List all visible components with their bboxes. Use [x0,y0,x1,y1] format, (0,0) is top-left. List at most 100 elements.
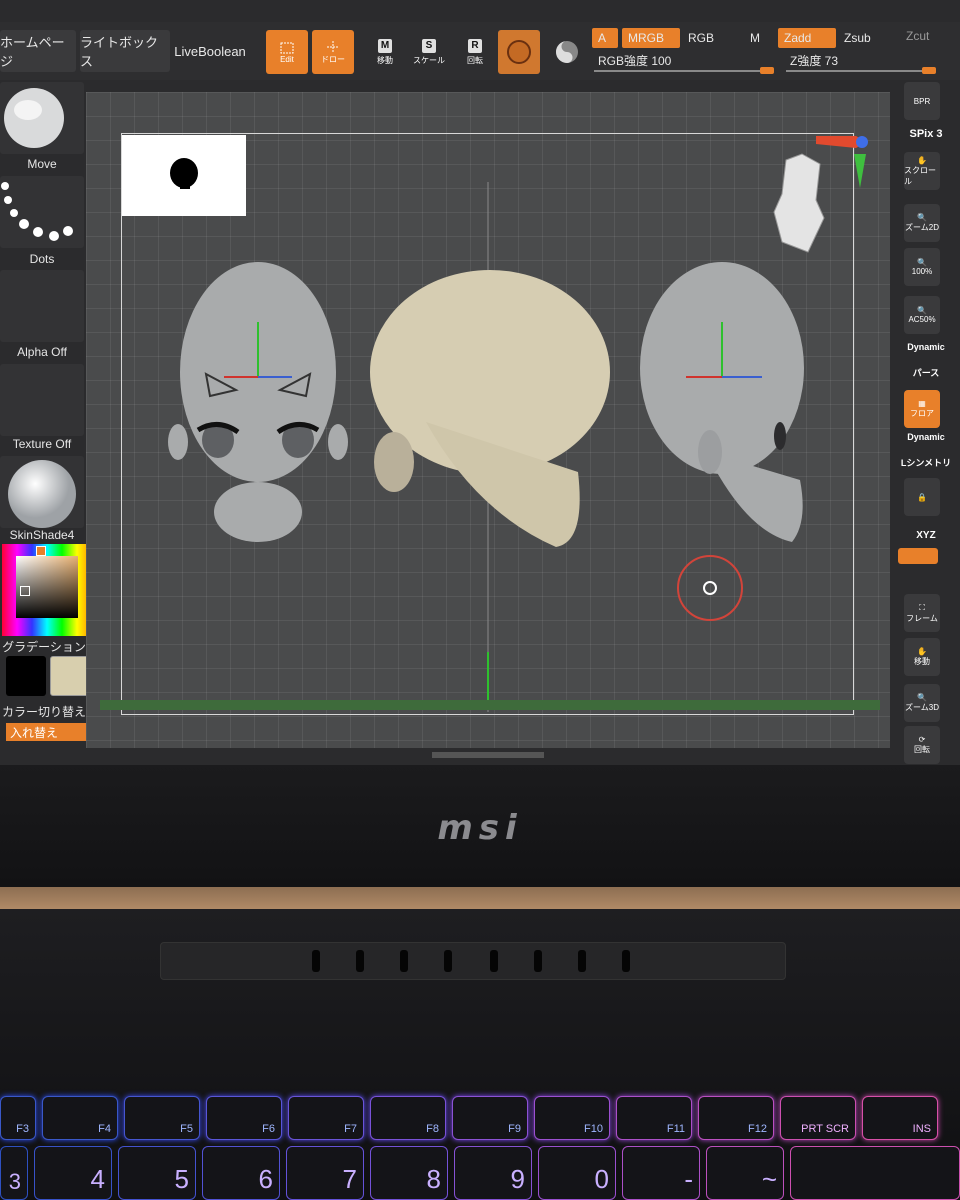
dynamic2-label: Dynamic [907,432,945,442]
material-sphere-button[interactable] [498,30,540,74]
lock-button[interactable]: 🔒 [904,478,940,516]
key-prtscr[interactable]: PRT SCR [780,1096,856,1140]
color-picker-cursor[interactable] [20,586,30,596]
floor-grid-icon: ▦ [918,399,926,408]
key-ins[interactable]: INS [862,1096,938,1140]
stroke-label: Dots [29,252,55,266]
main-color-swatch[interactable] [6,656,46,696]
key-f8[interactable]: F8 [370,1096,446,1140]
xyz-button[interactable]: XYZ [896,530,956,541]
vent-slot [444,950,452,972]
move-button[interactable]: M 移動 [364,30,406,74]
zsub-toggle[interactable]: Zsub [838,28,896,48]
rgb-intensity-slider[interactable] [594,67,774,74]
key-tilde[interactable]: ~ [706,1146,784,1200]
edit-button[interactable]: Edit [266,30,308,74]
key-f9[interactable]: F9 [452,1096,528,1140]
magnifier-icon: 🔍 [917,693,927,702]
rotate-button[interactable]: R 回転 [454,30,496,74]
m-toggle[interactable]: M [744,28,774,48]
rotate3d-button[interactable]: ⟳ 回転 [904,726,940,764]
key-minus[interactable]: - [622,1146,700,1200]
alpha-thumbnail[interactable] [0,270,84,342]
bottom-tray-handle[interactable] [432,752,544,758]
mrgb-toggle[interactable]: MRGB [622,28,680,48]
key-4[interactable]: 4 [34,1146,112,1200]
key-f12[interactable]: F12 [698,1096,774,1140]
floor-button[interactable]: ▦ フロア [904,390,940,428]
dynamic-label: Dynamic [907,342,945,352]
vent-slot [312,950,320,972]
vent-slot [534,950,542,972]
texture-label: Texture Off [12,437,72,451]
key-f7[interactable]: F7 [288,1096,364,1140]
viewport-scene [100,136,880,712]
y-rotate-toggle[interactable] [898,548,938,564]
gyro-button[interactable] [546,30,588,74]
zcut-toggle[interactable]: Zcut [900,26,956,46]
rotation-gizmo[interactable] [677,555,743,621]
stroke-thumbnail[interactable] [0,176,84,248]
liveboolean-button[interactable]: LiveBoolean [172,30,248,72]
key-6[interactable]: 6 [202,1146,280,1200]
rgb-intensity-label: RGB強度 100 [598,53,672,68]
color-picker[interactable] [2,544,92,636]
draw-button[interactable]: ドロー [312,30,354,74]
key-3[interactable]: 3 [0,1146,28,1200]
key-backspace[interactable] [790,1146,960,1200]
key-f10[interactable]: F10 [534,1096,610,1140]
ac50-button[interactable]: 🔍 AC50% [904,296,940,334]
hand-icon: ✋ [917,155,927,165]
magnifier-icon: 🔍 [917,306,927,315]
rgb-toggle[interactable]: RGB [682,28,742,48]
front-head [168,262,348,542]
material-thumbnail[interactable] [0,456,84,528]
move3d-button[interactable]: ✋ 移動 [904,638,940,676]
key-9[interactable]: 9 [454,1146,532,1200]
brush-label: Move [27,157,57,171]
speaker-grille [160,942,786,980]
home-page-button[interactable]: ホームページ [0,30,76,72]
frame-icon: ⛶ [919,602,925,612]
key-5[interactable]: 5 [118,1146,196,1200]
a-toggle[interactable]: A [592,28,618,48]
zoom2d-button[interactable]: 🔍 ズーム2D [904,204,940,242]
material-label: SkinShade4 [9,528,75,542]
key-f11[interactable]: F11 [616,1096,692,1140]
material-sphere-preview-icon [8,460,76,528]
key-f3[interactable]: F3 [0,1096,36,1140]
scroll-button[interactable]: ✋ スクロール [904,152,940,190]
key-f6[interactable]: F6 [206,1096,282,1140]
key-f5[interactable]: F5 [124,1096,200,1140]
spix-label[interactable]: SPix 3 [896,128,956,140]
key-8[interactable]: 8 [370,1146,448,1200]
vent-slot [400,950,408,972]
lightbox-button[interactable]: ライトボックス [80,30,170,72]
perspective-button[interactable]: パース [896,366,956,379]
profile-head [640,262,804,542]
100-percent-button[interactable]: 🔍 100% [904,248,940,286]
texture-thumbnail[interactable] [0,364,84,436]
switch-color-label[interactable]: カラー切り替え [2,703,86,720]
swap-button[interactable]: 入れ替え [6,723,92,741]
brush-thumbnail[interactable] [0,82,84,154]
vent-slot [356,950,364,972]
top-toolbar: ホームページ ライトボックス LiveBoolean Edit ドロー M 移動… [0,22,960,80]
magnifier-icon: 🔍 [917,213,927,222]
move-brush-icon [4,88,64,148]
z-intensity-slider[interactable] [786,67,936,74]
key-f4[interactable]: F4 [42,1096,118,1140]
alpha-label: Alpha Off [17,345,67,359]
zoom3d-button[interactable]: 🔍 ズーム3D [904,684,940,722]
local-symmetry-button[interactable]: Lシンメトリ [896,456,956,469]
hue-cursor[interactable] [36,546,46,556]
orientation-head-icon[interactable] [773,136,868,253]
key-7[interactable]: 7 [286,1146,364,1200]
bpr-button[interactable]: BPR [904,82,940,120]
zadd-toggle[interactable]: Zadd [778,28,836,48]
key-0[interactable]: 0 [538,1146,616,1200]
scale-button[interactable]: S スケール [408,30,450,74]
z-intensity-label: Z強度 73 [790,53,839,68]
frame-button[interactable]: ⛶ フレーム [904,594,940,632]
yin-yang-icon [556,41,578,63]
